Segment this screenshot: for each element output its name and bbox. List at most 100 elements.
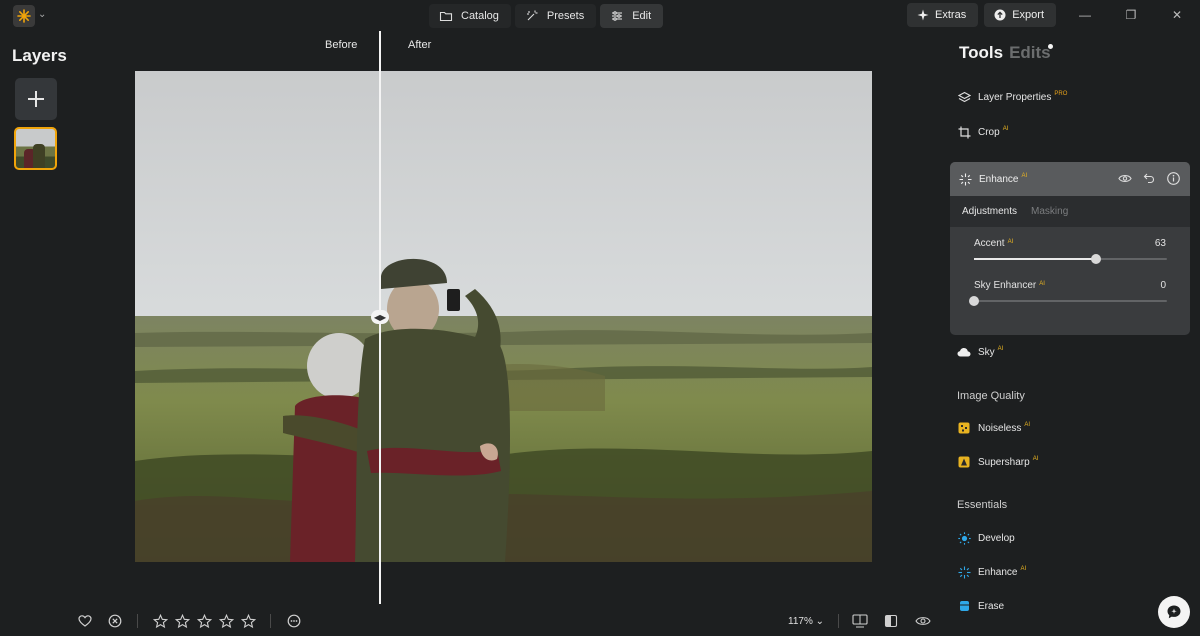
layers-title: Layers (12, 46, 67, 65)
ai-badge: AI (1039, 281, 1045, 287)
ai-badge: AI (1002, 126, 1009, 132)
reject-icon[interactable] (107, 613, 123, 629)
restore-window-button[interactable]: ❐ (1108, 3, 1154, 27)
photo-canvas[interactable] (135, 71, 872, 562)
sun-logo-icon (17, 9, 31, 23)
slider-label: Sky Enhancer AI (974, 280, 1045, 291)
sky-enhancer-label: Sky Enhancer (974, 280, 1037, 291)
tab-catalog[interactable]: Catalog (429, 4, 511, 28)
noiseless-icon (957, 421, 971, 435)
before-label: Before (325, 39, 358, 51)
essentials-section-title: Essentials (957, 499, 1008, 511)
tool-supersharp[interactable]: Supersharp AI (945, 445, 1190, 479)
enhance-header[interactable]: Enhance AI (950, 162, 1190, 196)
divider (137, 614, 138, 628)
info-icon[interactable] (1166, 171, 1180, 185)
after-label: After (408, 39, 432, 51)
zoom-dropdown[interactable]: 117% ⌄ (788, 616, 824, 627)
edits-indicator-dot (1048, 44, 1053, 49)
slider-fill (974, 258, 1096, 260)
slider-label: Accent AI (974, 238, 1013, 249)
tab-presets-label: Presets (546, 10, 585, 22)
visibility-eye-icon[interactable] (1118, 171, 1132, 185)
magic-wand-icon (526, 10, 538, 21)
accent-slider[interactable] (974, 254, 1167, 264)
tool-enhance-essential[interactable]: Enhance AI (945, 555, 1190, 589)
tab-masking[interactable]: Masking (1031, 206, 1068, 217)
export-button[interactable]: Export (984, 3, 1056, 27)
image-quality-section-title: Image Quality (957, 390, 1025, 402)
tab-presets[interactable]: Presets (514, 4, 597, 28)
chevron-down-icon: ⌄ (815, 616, 825, 627)
eye-icon[interactable] (915, 613, 931, 629)
tab-edit-label: Edit (632, 10, 652, 22)
top-bar: ⌄ Catalog Presets Edit Extras Export — ❐… (0, 0, 1200, 31)
tab-edits[interactable]: Edits (1009, 43, 1051, 62)
divider (838, 614, 839, 628)
sliders-icon (612, 11, 623, 21)
close-window-button[interactable]: ✕ (1154, 3, 1200, 27)
close-icon: ✕ (1171, 8, 1183, 22)
enhance-subtabs: Adjustments Masking (950, 196, 1190, 227)
couple-landscape-photo (135, 71, 872, 562)
tab-edit[interactable]: Edit (600, 4, 664, 28)
star-3-icon[interactable] (196, 613, 212, 629)
tool-develop[interactable]: Develop (945, 521, 1190, 555)
minimize-window-button[interactable]: — (1062, 3, 1108, 27)
star-2-icon[interactable] (174, 613, 190, 629)
enhance-sparkle-icon (957, 565, 971, 579)
ai-badge: AI (1007, 239, 1014, 245)
undo-icon[interactable] (1142, 171, 1156, 185)
accent-value: 63 (1154, 238, 1166, 249)
eraser-icon (957, 599, 971, 613)
star-1-icon[interactable] (152, 613, 168, 629)
tool-label: Noiseless (978, 422, 1022, 434)
enhance-panel: Enhance AI Adjustments Masking Accent AI … (950, 162, 1190, 335)
split-view-icon[interactable] (883, 613, 899, 629)
app-logo-button[interactable] (13, 5, 35, 27)
compare-screen-icon[interactable] (852, 613, 868, 629)
tool-label: Sky (978, 346, 995, 358)
ai-badge: AI (1032, 456, 1039, 462)
chevron-down-icon[interactable]: ⌄ (38, 9, 46, 20)
thumb-figure (33, 144, 45, 168)
star-4-icon[interactable] (218, 613, 234, 629)
more-options-icon[interactable] (286, 613, 302, 629)
sky-enhancer-slider[interactable] (969, 296, 1167, 306)
tool-label: Supersharp (978, 456, 1030, 468)
tool-layer-properties[interactable]: Layer Properties PRO (945, 80, 1190, 114)
add-layer-button[interactable] (15, 78, 57, 120)
ai-badge: AI (997, 346, 1004, 352)
folder-icon (439, 11, 453, 22)
split-handle[interactable]: ◀▶ (371, 310, 389, 324)
tool-noiseless[interactable]: Noiseless AI (945, 411, 1190, 445)
sparkle-icon (917, 9, 929, 21)
sky-enhancer-value: 0 (1160, 280, 1166, 291)
tab-tools[interactable]: Tools (959, 43, 1003, 62)
tool-label: Develop (978, 532, 1015, 544)
enhance-sparkle-icon (958, 172, 972, 186)
star-5-icon[interactable] (240, 613, 256, 629)
tool-sky[interactable]: Sky AI (945, 335, 1190, 369)
layer-thumbnail[interactable] (14, 127, 57, 170)
ai-badge: AI (1020, 566, 1027, 572)
tool-label: Crop (978, 126, 1000, 138)
extras-label: Extras (935, 9, 967, 21)
export-arrow-icon (994, 9, 1006, 21)
chat-bubble-icon (1167, 605, 1181, 619)
tool-label: Layer Properties (978, 91, 1052, 103)
accent-slider-block: Accent AI 63 (950, 227, 1190, 269)
tool-crop[interactable]: Crop AI (945, 115, 1190, 149)
enhance-label: Enhance (979, 173, 1019, 185)
drag-arrows-icon: ◀▶ (373, 312, 387, 322)
tab-adjustments[interactable]: Adjustments (962, 206, 1017, 217)
crop-icon (957, 125, 971, 139)
extras-button[interactable]: Extras (907, 3, 979, 27)
accent-label: Accent (974, 238, 1005, 249)
slider-knob[interactable] (1090, 254, 1101, 264)
slider-knob[interactable] (969, 296, 979, 306)
tool-erase[interactable]: Erase (945, 589, 1190, 623)
heart-icon[interactable] (77, 613, 93, 629)
chat-assistant-button[interactable] (1158, 596, 1190, 628)
supersharp-icon (957, 455, 971, 469)
